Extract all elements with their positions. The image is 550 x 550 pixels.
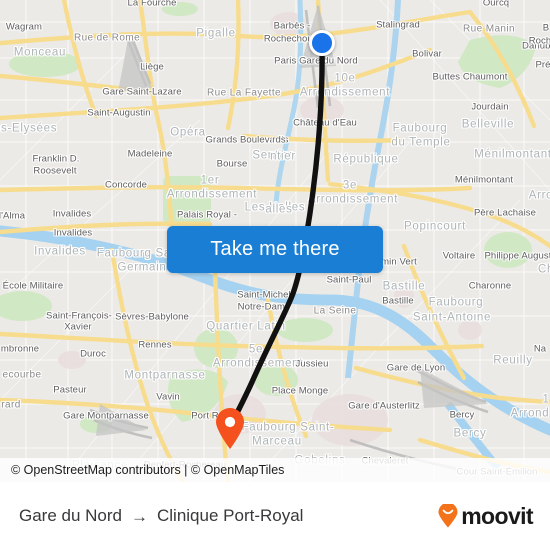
moovit-logo[interactable]: moovit (437, 504, 550, 528)
map-canvas[interactable]: Wagram Monceau La Fourche Rue de Rome Liège P… (0, 0, 550, 482)
trip-footer: Gare du Nord → Clinique Port-Royal moovi… (0, 482, 550, 550)
moovit-trip-screen: Wagram Monceau La Fourche Rue de Rome Liège P… (0, 0, 550, 550)
map-attribution-bar: © OpenStreetMap contributors | © OpenMap… (0, 458, 550, 482)
trip-summary: Gare du Nord → Clinique Port-Royal (0, 506, 303, 526)
moovit-wordmark: moovit (461, 502, 533, 529)
moovit-pin-icon (438, 504, 458, 528)
destination-label: Clinique Port-Royal (157, 506, 304, 525)
arrow-right-icon: → (131, 506, 148, 526)
take-me-there-button[interactable]: Take me there (167, 226, 383, 273)
origin-label: Gare du Nord (19, 506, 122, 525)
attribution-text[interactable]: © OpenStreetMap contributors | © OpenMap… (0, 463, 284, 477)
